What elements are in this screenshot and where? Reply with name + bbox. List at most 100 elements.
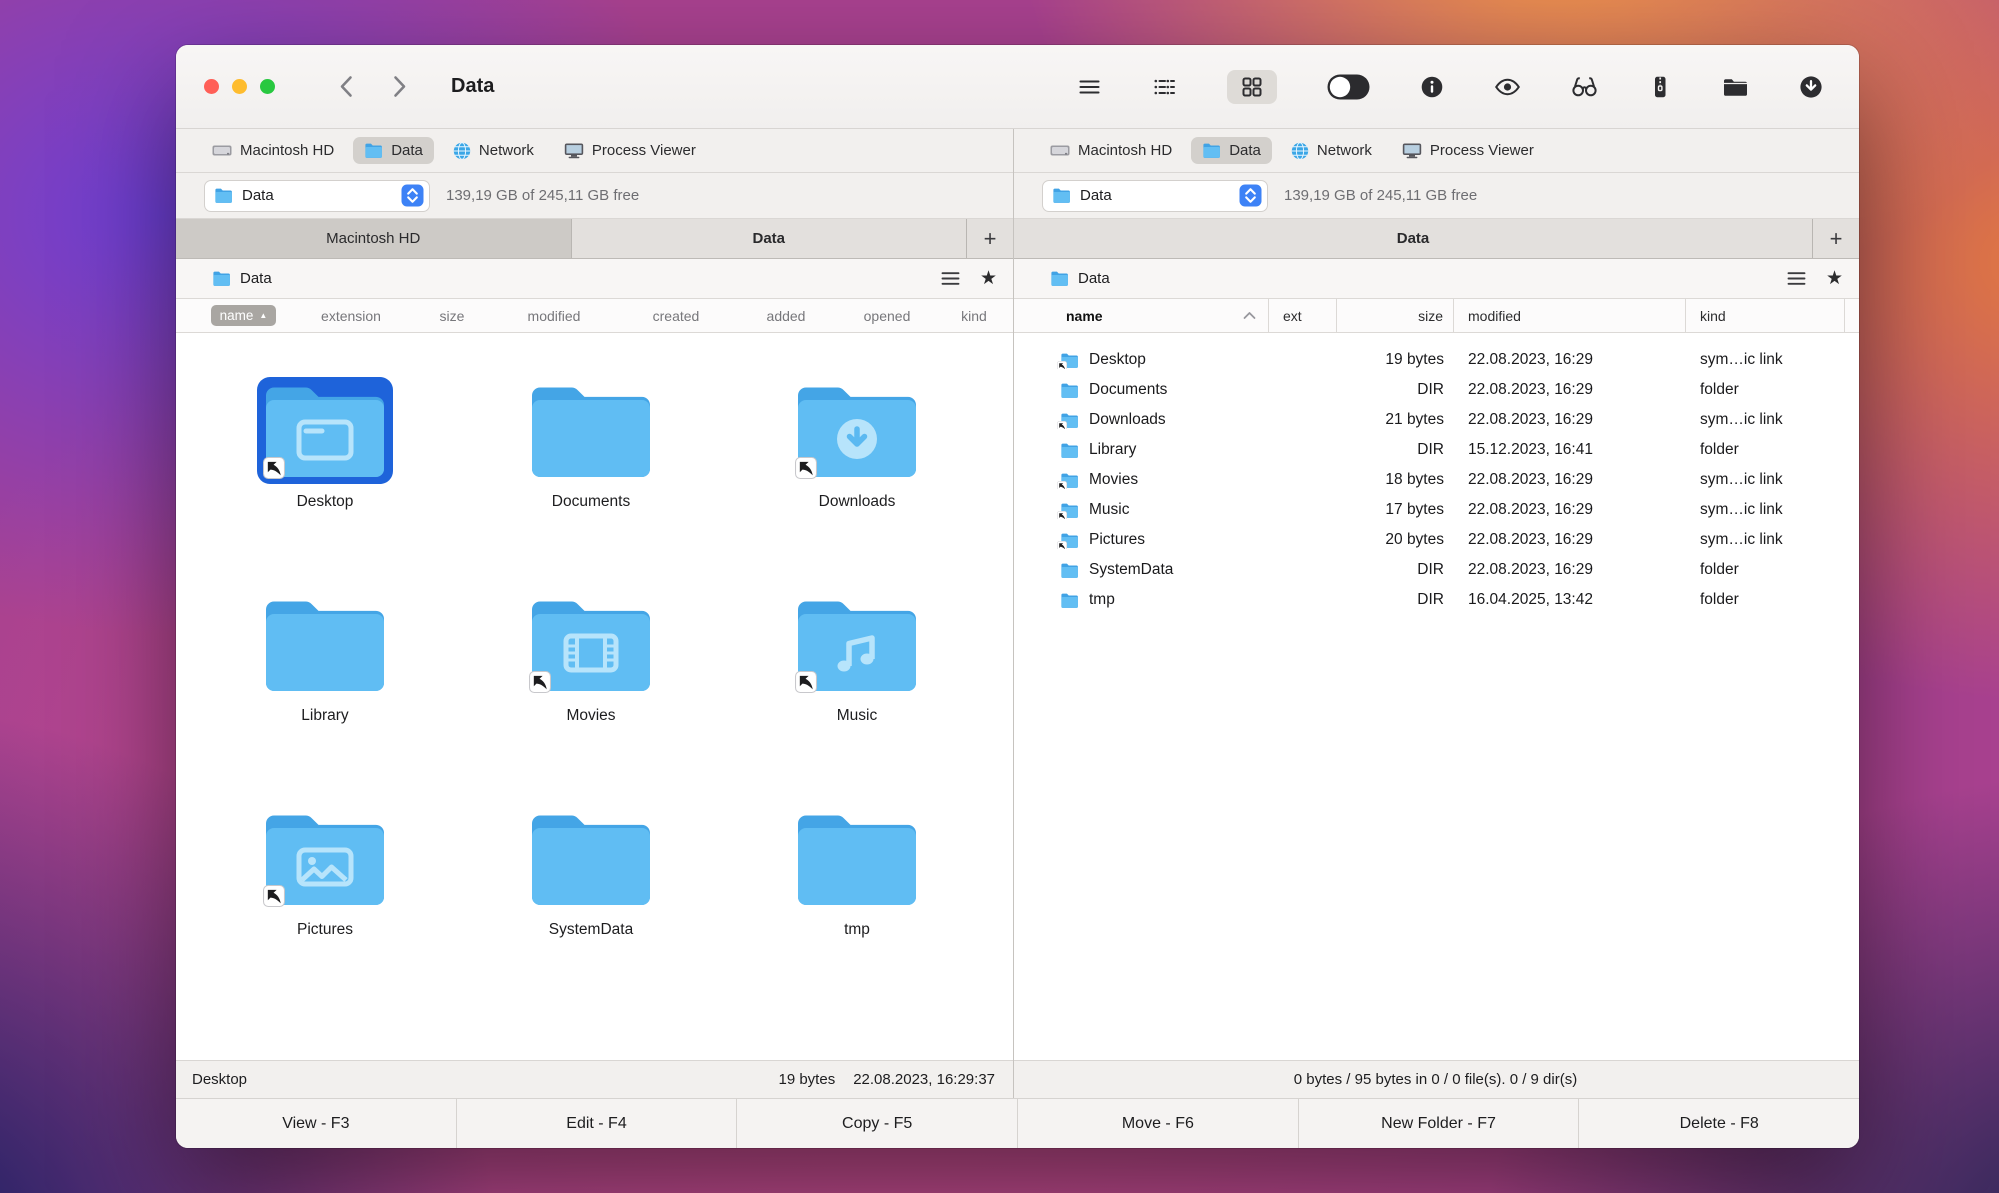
table-row-systemdata[interactable]: SystemDataDIR22.08.2023, 16:29folder	[1014, 555, 1859, 585]
folder-tab-macintosh-hd[interactable]: Macintosh HD	[176, 219, 572, 258]
folder-tab-data[interactable]: Data	[1014, 219, 1813, 258]
binoculars-icon[interactable]	[1571, 75, 1598, 99]
device-tab-network[interactable]: Network	[1280, 137, 1383, 165]
minimize-button[interactable]	[232, 79, 247, 94]
folder-tab-data[interactable]: Data	[572, 219, 968, 258]
breadcrumb-label: Data	[1078, 270, 1110, 287]
folder-icon-music	[789, 591, 925, 698]
column-header-extension[interactable]: extension	[291, 308, 411, 324]
function-button-copy-f5[interactable]: Copy - F5	[737, 1099, 1018, 1148]
column-header-created[interactable]: created	[615, 308, 737, 324]
kind-cell: sym…ic link	[1686, 531, 1859, 549]
modified-cell: 22.08.2023, 16:29	[1454, 351, 1686, 369]
display-icon	[564, 142, 584, 159]
add-tab-button[interactable]: +	[967, 219, 1013, 258]
file-item-tmp[interactable]: tmp	[724, 805, 990, 1019]
folder-icon	[1060, 443, 1079, 458]
breadcrumb-bar-right: Data ★	[1014, 259, 1859, 299]
device-tab-process-viewer[interactable]: Process Viewer	[1391, 137, 1545, 164]
table-row-desktop[interactable]: Desktop19 bytes22.08.2023, 16:29sym…ic l…	[1014, 345, 1859, 375]
kind-cell: folder	[1686, 381, 1859, 399]
device-tab-label: Data	[1229, 142, 1261, 159]
column-header-added[interactable]: added	[737, 308, 835, 324]
size-cell: 18 bytes	[1337, 471, 1454, 489]
device-tab-label: Macintosh HD	[1078, 142, 1172, 159]
column-header-size[interactable]: size	[1337, 299, 1454, 332]
column-header-name[interactable]: name▲	[196, 305, 291, 326]
network-folder-icon[interactable]	[1722, 75, 1749, 99]
column-header-modified[interactable]: modified	[493, 308, 615, 324]
dropdown-stepper-icon[interactable]	[401, 184, 424, 207]
table-row-documents[interactable]: DocumentsDIR22.08.2023, 16:29folder	[1014, 375, 1859, 405]
download-circle-icon[interactable]	[1799, 75, 1823, 99]
file-item-music[interactable]: Music	[724, 591, 990, 805]
view-menu-icon[interactable]	[941, 271, 960, 286]
path-selector-left[interactable]: Data	[204, 180, 430, 212]
view-menu-icon[interactable]	[1787, 271, 1806, 286]
menu-icon[interactable]	[1077, 75, 1102, 99]
archive-icon[interactable]	[1648, 75, 1672, 99]
column-header-opened[interactable]: opened	[835, 308, 939, 324]
column-header-name[interactable]: name	[1014, 299, 1269, 332]
file-item-documents[interactable]: Documents	[458, 377, 724, 591]
file-item-library[interactable]: Library	[192, 591, 458, 805]
column-header-size[interactable]: size	[411, 308, 493, 324]
function-button-move-f6[interactable]: Move - F6	[1018, 1099, 1299, 1148]
path-bar-right: Data 139,19 GB of 245,11 GB free	[1014, 173, 1859, 219]
name-cell: tmp	[1014, 591, 1269, 609]
device-tab-network[interactable]: Network	[442, 137, 545, 165]
device-tab-data[interactable]: Data	[353, 137, 434, 164]
file-item-desktop[interactable]: Desktop	[192, 377, 458, 591]
file-item-movies[interactable]: Movies	[458, 591, 724, 805]
column-header-modified[interactable]: modified	[1454, 299, 1686, 332]
favorites-star-icon[interactable]: ★	[1826, 269, 1843, 288]
function-button-view-f3[interactable]: View - F3	[176, 1099, 457, 1148]
column-header-kind[interactable]: kind	[939, 308, 1009, 324]
table-row-movies[interactable]: Movies18 bytes22.08.2023, 16:29sym…ic li…	[1014, 465, 1859, 495]
file-item-pictures[interactable]: Pictures	[192, 805, 458, 1019]
file-name: Documents	[1089, 381, 1167, 399]
file-name: Library	[1089, 441, 1136, 459]
table-row-tmp[interactable]: tmpDIR16.04.2025, 13:42folder	[1014, 585, 1859, 615]
toolbar	[1077, 70, 1823, 104]
globe-icon	[453, 142, 471, 160]
symlink-badge-icon	[1057, 511, 1067, 520]
folder-icon-none	[789, 805, 925, 912]
add-tab-button[interactable]: +	[1813, 219, 1859, 258]
dropdown-stepper-icon[interactable]	[1239, 184, 1262, 207]
titlebar: Data	[176, 45, 1859, 129]
device-tab-label: Network	[1317, 142, 1372, 159]
close-button[interactable]	[204, 79, 219, 94]
table-row-pictures[interactable]: Pictures20 bytes22.08.2023, 16:29sym…ic …	[1014, 525, 1859, 555]
eye-icon[interactable]	[1494, 75, 1521, 99]
device-tab-data[interactable]: Data	[1191, 137, 1272, 164]
path-selector-right[interactable]: Data	[1042, 180, 1268, 212]
info-icon[interactable]	[1420, 75, 1444, 99]
table-view-icon[interactable]	[1152, 75, 1177, 99]
column-header-kind[interactable]: kind	[1686, 299, 1845, 332]
file-item-systemdata[interactable]: SystemData	[458, 805, 724, 1019]
column-header-ext[interactable]: ext	[1269, 299, 1337, 332]
device-tab-process-viewer[interactable]: Process Viewer	[553, 137, 707, 164]
symlink-badge-icon	[1057, 361, 1067, 370]
fullscreen-button[interactable]	[260, 79, 275, 94]
device-tab-macintosh-hd[interactable]: Macintosh HD	[1039, 137, 1183, 164]
file-name: SystemData	[549, 921, 633, 939]
table-row-library[interactable]: LibraryDIR15.12.2023, 16:41folder	[1014, 435, 1859, 465]
forward-button[interactable]	[393, 75, 407, 98]
table-row-downloads[interactable]: Downloads21 bytes22.08.2023, 16:29sym…ic…	[1014, 405, 1859, 435]
favorites-star-icon[interactable]: ★	[980, 269, 997, 288]
function-button-label: Copy - F5	[842, 1115, 912, 1133]
toggle-switch-icon[interactable]	[1327, 74, 1370, 100]
file-item-downloads[interactable]: Downloads	[724, 377, 990, 591]
function-button-new-folder-f7[interactable]: New Folder - F7	[1299, 1099, 1580, 1148]
function-button-edit-f4[interactable]: Edit - F4	[457, 1099, 738, 1148]
grid-view-icon[interactable]	[1227, 70, 1277, 104]
device-tab-macintosh-hd[interactable]: Macintosh HD	[201, 137, 345, 164]
back-button[interactable]	[339, 75, 353, 98]
kind-cell: folder	[1686, 561, 1859, 579]
folder-icon	[1202, 143, 1221, 158]
table-row-music[interactable]: Music17 bytes22.08.2023, 16:29sym…ic lin…	[1014, 495, 1859, 525]
file-name: Movies	[566, 707, 615, 725]
function-button-delete-f8[interactable]: Delete - F8	[1579, 1099, 1859, 1148]
